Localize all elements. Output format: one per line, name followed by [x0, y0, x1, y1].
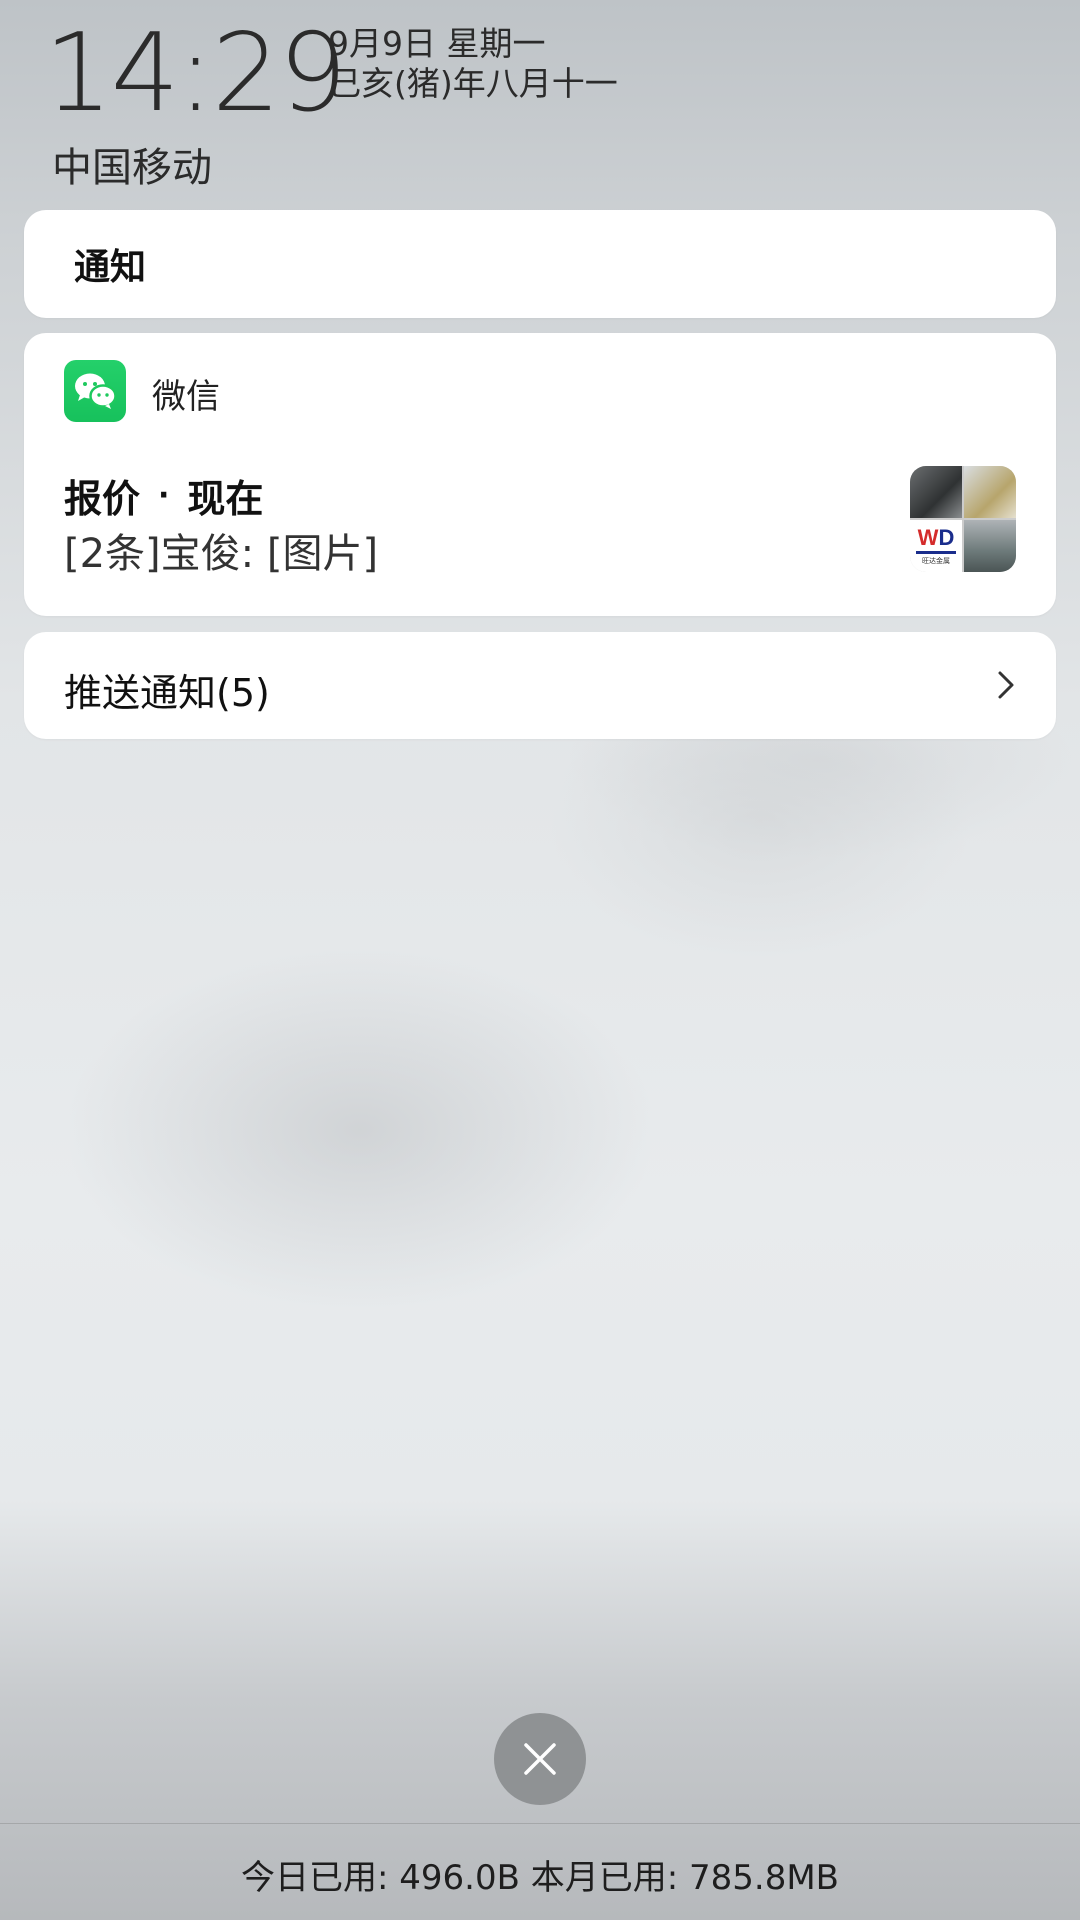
logo-caption: 旺达金属	[922, 556, 950, 565]
group-avatar-thumbnail: WD 旺达金属	[910, 466, 1016, 572]
date-block: 9月9日 星期一 己亥(猪)年八月十一	[328, 24, 618, 104]
clear-notifications-button[interactable]	[494, 1713, 586, 1805]
data-usage-text: 今日已用: 496.0B 本月已用: 785.8MB	[241, 1858, 839, 1898]
close-icon	[524, 1743, 556, 1775]
notifications-header-card: 通知	[24, 210, 1056, 318]
push-notifications-label: 推送通知(5)	[64, 671, 270, 715]
thumbnail-tile-person	[964, 466, 1016, 518]
date-text: 9月9日 星期一	[328, 24, 546, 63]
notification-title: 报价	[64, 477, 141, 521]
thumbnail-tile-logo: WD 旺达金属	[910, 520, 962, 572]
push-notifications-card[interactable]: 推送通知(5)	[24, 632, 1056, 739]
logo-bar	[916, 550, 956, 554]
notification-body: [2条]宝俊: [图片]	[64, 531, 379, 577]
chevron-right-icon	[990, 668, 1022, 702]
lockscreen-clock: 14:29	[44, 11, 347, 136]
notification-title-row: 报价 · 现在	[64, 468, 263, 523]
wechat-notification-card[interactable]: 微信 报价 · 现在 [2条]宝俊: [图片] WD 旺达金属	[24, 333, 1056, 616]
thumbnail-tile-city	[964, 520, 1016, 572]
carrier-name: 中国移动	[52, 145, 212, 191]
usage-divider	[0, 1823, 1080, 1824]
title-separator: ·	[158, 478, 170, 513]
notification-time: 现在	[187, 477, 264, 521]
lunar-date-text: 己亥(猪)年八月十一	[328, 64, 618, 103]
notifications-title: 通知	[74, 247, 147, 288]
wechat-icon	[64, 360, 126, 422]
thumbnail-tile-motorcycle	[910, 466, 962, 518]
app-name: 微信	[152, 377, 220, 417]
wd-logo: WD	[917, 524, 955, 550]
